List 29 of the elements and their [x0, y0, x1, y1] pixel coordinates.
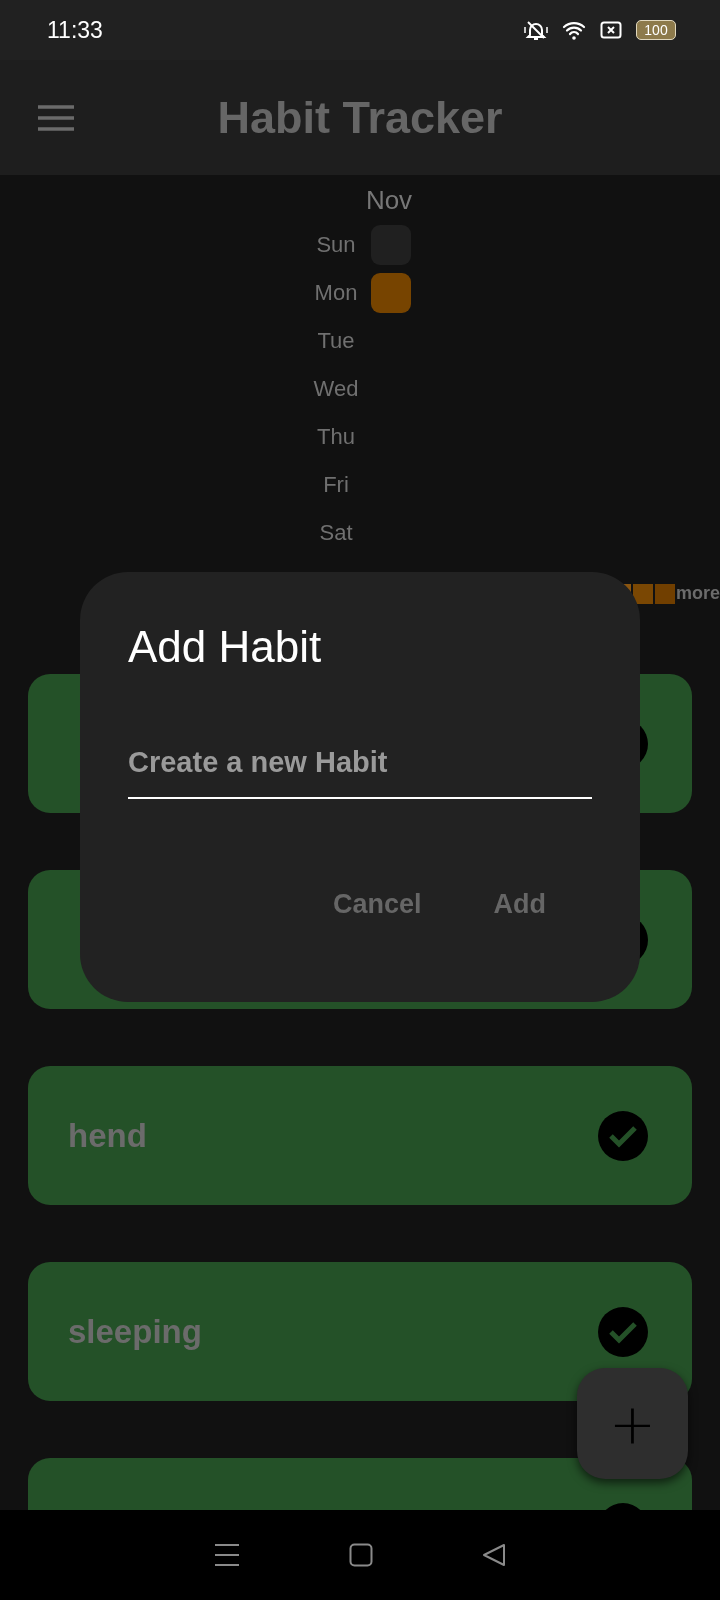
day-label: Sat — [318, 520, 354, 546]
battery-level: 100 — [644, 22, 668, 38]
day-label: Wed — [312, 376, 360, 402]
day-label: Tue — [316, 328, 356, 354]
habit-card[interactable]: hend — [28, 1066, 692, 1205]
recent-apps-icon[interactable] — [214, 1543, 241, 1567]
day-label: Thu — [316, 424, 356, 450]
day-label: Sun — [315, 232, 357, 258]
input-field[interactable]: Create a new Habit — [128, 746, 592, 799]
app-title: Habit Tracker — [216, 91, 504, 144]
home-icon[interactable] — [349, 1543, 373, 1567]
dialog-title: Add Habit — [128, 622, 323, 672]
sim-error-icon — [600, 19, 622, 41]
legend-label: more — [676, 583, 720, 604]
day-label: Fri — [322, 472, 350, 498]
check-icon[interactable] — [598, 1110, 648, 1161]
habit-name: sleeping — [68, 1312, 202, 1351]
dialog-button[interactable]: Cancel — [316, 875, 438, 934]
dialog-button[interactable]: Add — [477, 875, 562, 934]
habit-card[interactable]: sleeping — [28, 1262, 692, 1401]
add-button[interactable]: + — [577, 1368, 688, 1479]
back-icon[interactable] — [481, 1543, 506, 1567]
habit-name: hend — [68, 1116, 147, 1155]
clock-time: 11:33 — [47, 16, 103, 44]
day-label: Mon — [313, 280, 359, 306]
month-label: Nov — [364, 185, 414, 217]
menu-icon[interactable] — [38, 105, 74, 131]
check-icon[interactable] — [598, 1306, 648, 1357]
muted-bell-icon — [524, 18, 548, 42]
